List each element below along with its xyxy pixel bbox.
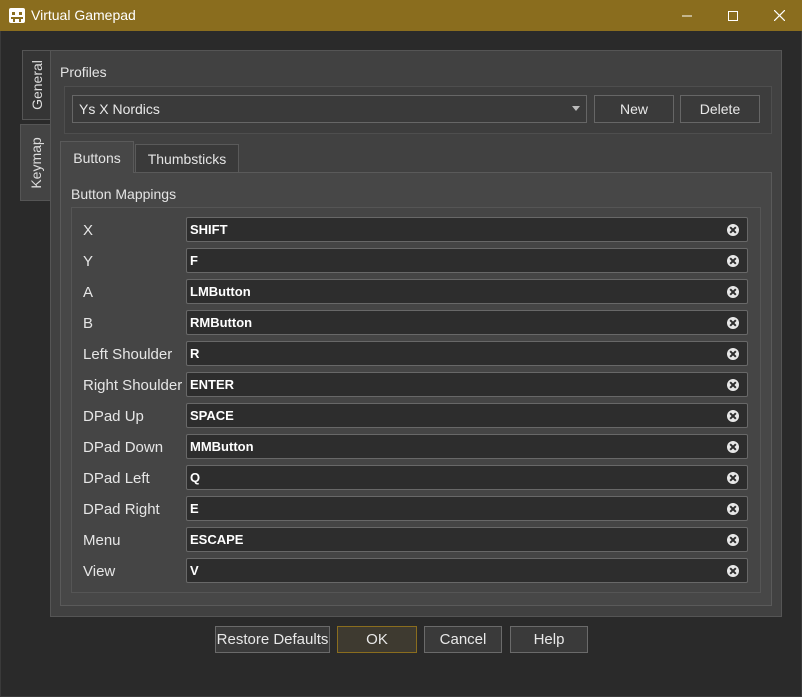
clear-icon[interactable] bbox=[727, 379, 739, 391]
mapping-value: MMButton bbox=[190, 439, 254, 454]
tab-buttons-label: Buttons bbox=[73, 149, 121, 166]
mapping-value: ESCAPE bbox=[190, 532, 244, 547]
close-button[interactable] bbox=[756, 0, 802, 31]
mapping-field-right-shoulder[interactable]: ENTER bbox=[186, 372, 748, 397]
clear-icon[interactable] bbox=[727, 410, 739, 422]
mapping-value: SPACE bbox=[190, 408, 234, 423]
tab-general-label: General bbox=[28, 60, 45, 110]
clear-icon[interactable] bbox=[727, 441, 739, 453]
clear-icon[interactable] bbox=[727, 286, 739, 298]
mapping-label-a: A bbox=[83, 284, 94, 301]
mapping-value: R bbox=[190, 346, 200, 361]
button-mappings-title: Button Mappings bbox=[71, 186, 177, 202]
tab-thumbsticks-label: Thumbsticks bbox=[147, 150, 227, 167]
mapping-field-menu[interactable]: ESCAPE bbox=[186, 527, 748, 552]
close-icon bbox=[773, 10, 785, 21]
profile-select[interactable]: Ys X Nordics bbox=[72, 95, 587, 123]
clear-icon[interactable] bbox=[727, 224, 739, 236]
mapping-label-dpad-up: DPad Up bbox=[83, 408, 144, 425]
help-button[interactable]: Help bbox=[510, 626, 588, 653]
gamepad-icon bbox=[9, 8, 25, 23]
minimize-button[interactable] bbox=[664, 0, 710, 31]
mapping-value: ENTER bbox=[190, 377, 235, 392]
tab-keymap-label: Keymap bbox=[27, 136, 44, 189]
mapping-field-x[interactable]: SHIFT bbox=[186, 217, 748, 242]
window-title: Virtual Gamepad bbox=[31, 7, 136, 23]
clear-icon[interactable] bbox=[727, 472, 739, 484]
mapping-label-y: Y bbox=[83, 253, 94, 270]
mapping-value: Q bbox=[190, 470, 201, 485]
mapping-value: E bbox=[190, 501, 199, 516]
mapping-field-left-shoulder[interactable]: R bbox=[186, 341, 748, 366]
minimize-icon bbox=[682, 15, 692, 16]
mapping-label-x: X bbox=[83, 222, 94, 239]
clear-icon[interactable] bbox=[727, 534, 739, 546]
mapping-label-b: B bbox=[83, 315, 94, 332]
mapping-label-menu: Menu bbox=[83, 532, 121, 549]
profiles-label: Profiles bbox=[60, 64, 107, 80]
mapping-field-y[interactable]: F bbox=[186, 248, 748, 273]
mapping-field-dpad-right[interactable]: E bbox=[186, 496, 748, 521]
mapping-value: RMButton bbox=[190, 315, 253, 330]
mapping-label-right-shoulder: Right Shoulder bbox=[83, 377, 183, 394]
title-bar[interactable]: Virtual Gamepad bbox=[0, 0, 802, 31]
mapping-label-dpad-left: DPad Left bbox=[83, 470, 150, 487]
delete-profile-button[interactable]: Delete bbox=[680, 95, 760, 123]
mapping-value: LMButton bbox=[190, 284, 251, 299]
mapping-value: F bbox=[190, 253, 198, 268]
clear-icon[interactable] bbox=[727, 348, 739, 360]
mapping-field-b[interactable]: RMButton bbox=[186, 310, 748, 335]
mapping-field-dpad-down[interactable]: MMButton bbox=[186, 434, 748, 459]
ok-button[interactable]: OK bbox=[337, 626, 417, 653]
tab-general[interactable]: General bbox=[22, 50, 50, 120]
clear-icon[interactable] bbox=[727, 503, 739, 515]
mapping-value: V bbox=[190, 563, 199, 578]
clear-icon[interactable] bbox=[727, 255, 739, 267]
new-profile-button[interactable]: New bbox=[594, 95, 674, 123]
maximize-button[interactable] bbox=[710, 0, 756, 31]
clear-icon[interactable] bbox=[727, 317, 739, 329]
mapping-label-dpad-right: DPad Right bbox=[83, 501, 160, 518]
mapping-field-view[interactable]: V bbox=[186, 558, 748, 583]
maximize-icon bbox=[728, 10, 738, 21]
mapping-label-dpad-down: DPad Down bbox=[83, 439, 164, 456]
mapping-field-dpad-up[interactable]: SPACE bbox=[186, 403, 748, 428]
tab-buttons[interactable]: Buttons bbox=[60, 141, 134, 173]
mapping-value: SHIFT bbox=[190, 222, 228, 237]
mapping-field-a[interactable]: LMButton bbox=[186, 279, 748, 304]
cancel-button[interactable]: Cancel bbox=[424, 626, 502, 653]
mapping-label-view: View bbox=[83, 563, 116, 580]
mapping-label-left-shoulder: Left Shoulder bbox=[83, 346, 173, 363]
chevron-down-icon[interactable] bbox=[572, 106, 580, 111]
restore-defaults-button[interactable]: Restore Defaults bbox=[215, 626, 330, 653]
clear-icon[interactable] bbox=[727, 565, 739, 577]
mapping-field-dpad-left[interactable]: Q bbox=[186, 465, 748, 490]
tab-keymap[interactable]: Keymap bbox=[20, 124, 50, 201]
profile-select-value: Ys X Nordics bbox=[79, 101, 160, 117]
tab-thumbsticks[interactable]: Thumbsticks bbox=[135, 144, 239, 172]
